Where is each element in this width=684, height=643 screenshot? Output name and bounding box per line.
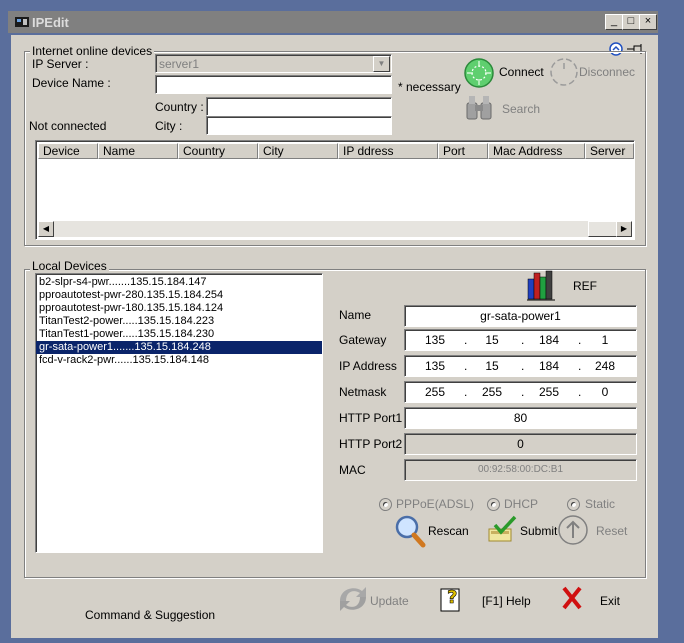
gateway-label: Gateway [339,333,387,347]
column-header[interactable]: Mac Address [488,143,585,159]
netmask-input[interactable]: 255 . 255 . 255 . 0 [404,381,637,403]
help-question-icon[interactable]: ? [439,583,467,616]
static-label: Static [585,497,616,511]
connection-status: Not connected [29,119,107,133]
dhcp-radio[interactable] [487,498,500,511]
table-header: Device Name Country City IP ddress Port … [38,143,634,159]
books-icon [526,267,560,304]
magnifier-icon[interactable] [394,514,426,551]
chevron-down-icon[interactable]: ▼ [373,56,390,72]
online-devices-label: Internet online devices [30,44,155,58]
online-devices-table[interactable]: Device Name Country City IP ddress Port … [35,140,635,240]
column-header[interactable]: Port [438,143,488,159]
local-devices-list[interactable]: b2-slpr-s4-pwr.......135.15.184.147 ppro… [35,273,323,553]
list-item[interactable]: pproautotest-pwr-180.135.15.184.124 [36,302,322,315]
scroll-right-icon[interactable]: ▶ [616,221,632,237]
scroll-thumb[interactable] [588,221,618,237]
submit-button[interactable]: Submit [520,524,557,538]
city-input[interactable] [206,116,392,135]
close-button[interactable]: × [639,14,657,30]
reset-button[interactable]: Reset [596,524,627,538]
disconnect-button[interactable]: Disconnec [579,65,635,79]
connect-button[interactable]: Connect [499,65,544,79]
pppoe-radio[interactable] [379,498,392,511]
country-input[interactable] [206,97,392,116]
gateway-ip-input[interactable]: 135 . 15 . 184 . 1 [404,329,637,351]
minimize-button[interactable]: _ [605,14,623,30]
country-label: Country : [155,100,204,114]
static-radio[interactable] [567,498,580,511]
submit-check-icon[interactable] [487,515,519,548]
necessary-note: * necessary [398,80,461,94]
column-header[interactable]: Server [585,143,634,159]
list-item[interactable]: TitanTest1-power.....135.15.184.230 [36,328,322,341]
disconnect-icon[interactable] [549,57,579,90]
http-port2-input[interactable]: 0 [404,433,637,455]
column-header[interactable]: Country [178,143,258,159]
http-port1-label: HTTP Port1 [339,411,403,425]
device-name-input[interactable] [155,75,392,94]
name-label: Name [339,308,372,322]
city-label: City : [155,119,183,133]
binoculars-icon[interactable] [465,93,493,128]
ip-address-input[interactable]: 135 . 15 . 184 . 248 [404,355,637,377]
list-item-selected[interactable]: gr-sata-power1.......135.15.184.248 [36,341,322,354]
search-button[interactable]: Search [502,102,540,116]
name-input[interactable]: gr-sata-power1 [404,305,637,327]
dhcp-label: DHCP [504,497,539,511]
column-header[interactable]: IP ddress [338,143,438,159]
window-title: IPEdit [32,15,69,30]
ref-label: REF [573,279,597,293]
list-item[interactable]: b2-slpr-s4-pwr.......135.15.184.147 [36,276,322,289]
rescan-button[interactable]: Rescan [428,524,469,538]
ip-server-select[interactable]: server1 ▼ [155,54,392,73]
title-bar[interactable]: IPEdit _ □ × [8,11,658,33]
list-item[interactable]: pproautotest-pwr-280.135.15.184.254 [36,289,322,302]
horizontal-scrollbar[interactable]: ◀ ▶ [38,221,632,237]
app-icon [14,15,30,29]
scroll-left-icon[interactable]: ◀ [38,221,54,237]
mac-input: 00:92:58:00:DC:B1 [404,459,637,481]
list-item[interactable]: fcd-v-rack2-pwr......135.15.184.148 [36,354,322,367]
reset-arrow-icon[interactable] [557,514,589,549]
http-port1-input[interactable]: 80 [404,407,637,429]
column-header[interactable]: Device [38,143,98,159]
netmask-label: Netmask [339,385,387,399]
column-header[interactable]: City [258,143,338,159]
update-globe-icon[interactable] [336,583,370,618]
update-button[interactable]: Update [370,594,409,608]
exit-x-icon[interactable] [561,585,583,614]
http-port2-label: HTTP Port2 [339,437,403,451]
help-button[interactable]: [F1] Help [482,594,531,608]
ip-server-label: IP Server : [32,57,89,71]
svg-text:?: ? [447,587,457,608]
list-item[interactable]: TitanTest2-power.....135.15.184.223 [36,315,322,328]
desktop-background: IPEdit _ □ × Internet online devices IP … [0,0,684,643]
connect-icon[interactable] [463,57,495,92]
column-header[interactable]: Name [98,143,178,159]
pppoe-label: PPPoE(ADSL) [396,497,475,511]
ip-address-label: IP Address [339,359,397,373]
mac-label: MAC [339,463,366,477]
exit-button[interactable]: Exit [600,594,620,608]
maximize-button[interactable]: □ [622,14,640,30]
command-suggestion-label[interactable]: Command & Suggestion [85,608,215,622]
window-client: Internet online devices IP Server : serv… [11,35,658,638]
device-name-label: Device Name : [32,76,111,90]
local-devices-label: Local Devices [30,259,109,273]
